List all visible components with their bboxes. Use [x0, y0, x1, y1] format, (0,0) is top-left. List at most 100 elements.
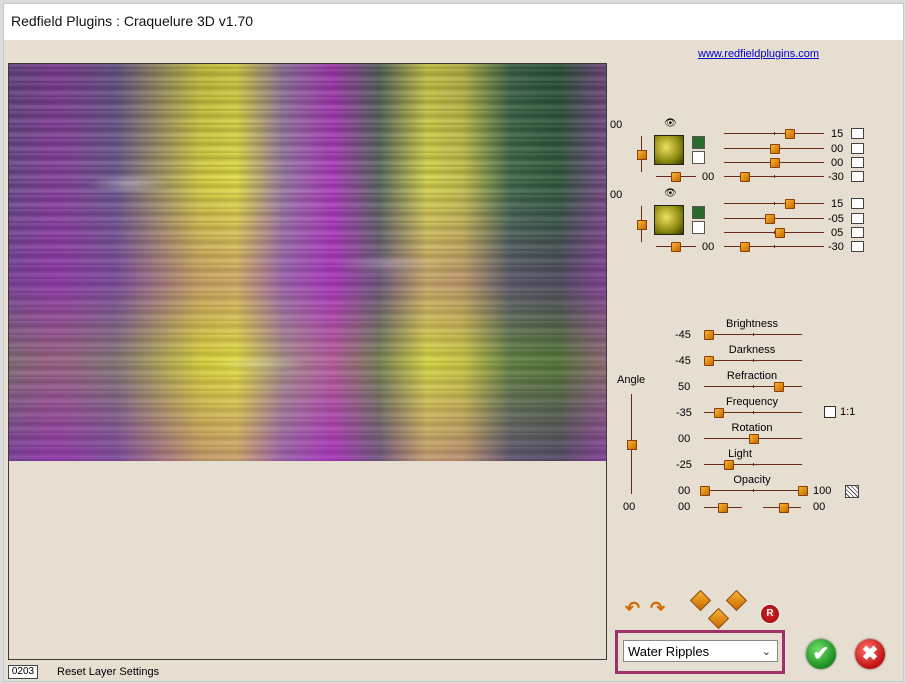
layer-2-bottom-left-thumb[interactable] — [671, 242, 681, 252]
refraction-label: Refraction — [726, 370, 778, 382]
random-dice-icon[interactable] — [725, 589, 748, 612]
light-thumb[interactable] — [724, 460, 734, 470]
preview-empty-area — [8, 461, 607, 660]
layer-1-vertical-thumb[interactable] — [637, 150, 647, 160]
bottom-left-value: 00 — [678, 501, 691, 513]
light-value: -25 — [676, 459, 692, 471]
layer-1-slider-3-value: 00 — [831, 157, 844, 169]
frequency-label: Frequency — [726, 396, 778, 408]
layer-2-slider-1-value: 15 — [831, 198, 844, 210]
darkness-label: Darkness — [728, 344, 776, 356]
layer-2-pattern-icon[interactable] — [692, 221, 705, 234]
opacity-right-value: 100 — [813, 485, 832, 497]
layer-2-texture-swatch[interactable] — [654, 205, 684, 235]
window-title: Redfield Plugins : Craquelure 3D v1.70 — [11, 13, 254, 29]
website-link[interactable]: www.redfieldplugins.com — [698, 48, 819, 60]
rotation-label: Rotation — [731, 422, 773, 434]
bottom-right-thumb[interactable] — [779, 503, 789, 513]
effect-select-box[interactable]: Water Ripples ⌄ — [623, 640, 778, 662]
opacity-label: Opacity — [733, 474, 771, 486]
angle-value: 00 — [623, 501, 636, 513]
brightness-thumb[interactable] — [704, 330, 714, 340]
scale-icon — [851, 213, 864, 224]
layer-1-bottom-left-value: 00 — [702, 171, 715, 183]
opacity-left-value: 00 — [678, 485, 691, 497]
preview-image[interactable] — [8, 63, 607, 462]
layer-2-slider-1-thumb[interactable] — [785, 199, 795, 209]
layer-2-bottom-left-value: 00 — [702, 241, 715, 253]
layer-2-slider-4-track — [724, 245, 824, 248]
brightness-track — [704, 333, 802, 336]
darkness-value: -45 — [675, 355, 691, 367]
offset-icon — [851, 171, 864, 182]
brightness-label: Brightness — [726, 318, 778, 330]
darkness-thumb[interactable] — [704, 356, 714, 366]
frequency-thumb[interactable] — [714, 408, 724, 418]
scale-icon — [851, 143, 864, 154]
layer-2-slider-3-thumb[interactable] — [775, 228, 785, 238]
random-dice-icon[interactable] — [707, 607, 730, 630]
opacity-right-thumb[interactable] — [798, 486, 808, 496]
random-dice-icon[interactable] — [689, 589, 712, 612]
layer-1-slider-1-value: 15 — [831, 128, 844, 140]
layer-1-slider-2-thumb[interactable] — [770, 144, 780, 154]
effect-selected-value: Water Ripples — [628, 644, 710, 659]
rotate-icon — [851, 157, 864, 168]
refraction-value: 50 — [678, 381, 691, 393]
layer-2-slider-1-track — [724, 202, 824, 205]
layer-1-slider-2-value: 00 — [831, 143, 844, 155]
layer-1-bottom-left-thumb[interactable] — [671, 172, 681, 182]
eye-icon[interactable]: 👁 — [664, 119, 677, 129]
status-text: Reset Layer Settings — [57, 666, 160, 678]
ratio-checkbox[interactable] — [824, 406, 836, 418]
layer-1-slider-3-thumb[interactable] — [770, 158, 780, 168]
rotate-icon — [851, 227, 864, 238]
rotation-thumb[interactable] — [749, 434, 759, 444]
transparency-icon[interactable] — [845, 485, 859, 498]
brightness-value: -45 — [675, 329, 691, 341]
redo-icon[interactable]: ↷ — [650, 598, 665, 619]
eye-icon[interactable]: 👁 — [664, 189, 677, 199]
bottom-left-thumb[interactable] — [718, 503, 728, 513]
plugin-window: Redfield Plugins : Craquelure 3D v1.70 w… — [3, 3, 904, 682]
light-track — [704, 463, 802, 466]
reset-icon[interactable]: R — [760, 604, 780, 624]
layer-2-left-value: 00 — [610, 189, 623, 201]
opacity-left-thumb[interactable] — [700, 486, 710, 496]
ok-button[interactable]: ✔ — [806, 639, 836, 669]
layer-2-slider-4-value: -30 — [828, 241, 844, 253]
layer-2-mode-icon[interactable] — [692, 206, 705, 219]
refraction-thumb[interactable] — [774, 382, 784, 392]
preview-texture — [9, 64, 606, 461]
title-bar: Redfield Plugins : Craquelure 3D v1.70 — [4, 4, 903, 40]
ratio-label: 1:1 — [840, 406, 856, 418]
layer-1-texture-swatch[interactable] — [654, 135, 684, 165]
size-icon — [851, 198, 864, 209]
opacity-track — [704, 489, 802, 492]
angle-label: Angle — [617, 374, 646, 386]
refraction-track — [704, 385, 802, 388]
layer-2-slider-3-track — [724, 231, 824, 234]
chevron-down-icon[interactable]: ⌄ — [762, 641, 771, 663]
layer-1-slider-4-value: -30 — [828, 171, 844, 183]
bottom-right-value: 00 — [813, 501, 826, 513]
layer-1-slider-1-track — [724, 132, 824, 135]
layer-2-slider-4-thumb[interactable] — [740, 242, 750, 252]
layer-1-pattern-icon[interactable] — [692, 151, 705, 164]
layer-2-slider-2-thumb[interactable] — [765, 214, 775, 224]
light-label: Light — [728, 448, 752, 460]
darkness-track — [704, 359, 802, 362]
angle-thumb[interactable] — [627, 440, 637, 450]
undo-icon[interactable]: ↶ — [625, 598, 640, 619]
cancel-button[interactable]: ✖ — [855, 639, 885, 669]
frequency-value: -35 — [676, 407, 692, 419]
effect-preset-dropdown[interactable]: Water Ripples ⌄ — [615, 630, 785, 674]
layer-1-slider-1-thumb[interactable] — [785, 129, 795, 139]
layer-1-slider-4-thumb[interactable] — [740, 172, 750, 182]
layer-2-vertical-thumb[interactable] — [637, 220, 647, 230]
layer-2-slider-3-value: 05 — [831, 227, 844, 239]
layer-1-left-value: 00 — [610, 119, 623, 131]
layer-2-slider-2-value: -05 — [828, 213, 844, 225]
layer-1-slider-4-track — [724, 175, 824, 178]
layer-1-mode-icon[interactable] — [692, 136, 705, 149]
